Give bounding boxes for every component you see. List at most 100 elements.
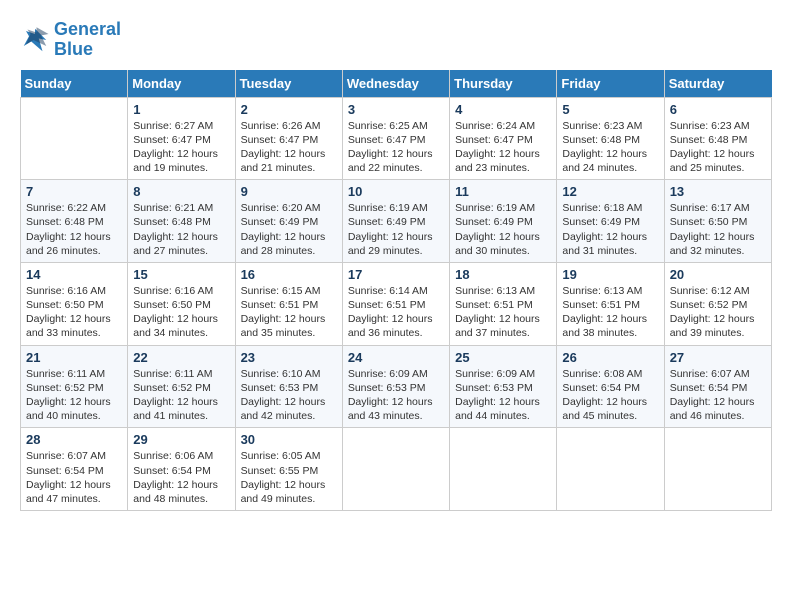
day-number: 2 [241, 102, 337, 117]
day-number: 21 [26, 350, 122, 365]
day-header-friday: Friday [557, 70, 664, 98]
day-info: Sunrise: 6:23 AM Sunset: 6:48 PM Dayligh… [562, 119, 658, 176]
day-number: 24 [348, 350, 444, 365]
day-info: Sunrise: 6:19 AM Sunset: 6:49 PM Dayligh… [348, 201, 444, 258]
day-cell: 19 Sunrise: 6:13 AM Sunset: 6:51 PM Dayl… [557, 262, 664, 345]
day-cell: 20 Sunrise: 6:12 AM Sunset: 6:52 PM Dayl… [664, 262, 771, 345]
day-info: Sunrise: 6:13 AM Sunset: 6:51 PM Dayligh… [562, 284, 658, 341]
day-info: Sunrise: 6:23 AM Sunset: 6:48 PM Dayligh… [670, 119, 766, 176]
day-cell: 16 Sunrise: 6:15 AM Sunset: 6:51 PM Dayl… [235, 262, 342, 345]
day-cell [557, 428, 664, 511]
day-info: Sunrise: 6:20 AM Sunset: 6:49 PM Dayligh… [241, 201, 337, 258]
day-number: 10 [348, 184, 444, 199]
day-number: 5 [562, 102, 658, 117]
day-cell: 24 Sunrise: 6:09 AM Sunset: 6:53 PM Dayl… [342, 345, 449, 428]
day-cell: 28 Sunrise: 6:07 AM Sunset: 6:54 PM Dayl… [21, 428, 128, 511]
day-number: 19 [562, 267, 658, 282]
day-number: 16 [241, 267, 337, 282]
day-number: 20 [670, 267, 766, 282]
day-header-tuesday: Tuesday [235, 70, 342, 98]
day-cell: 25 Sunrise: 6:09 AM Sunset: 6:53 PM Dayl… [450, 345, 557, 428]
day-number: 26 [562, 350, 658, 365]
day-header-monday: Monday [128, 70, 235, 98]
day-cell: 13 Sunrise: 6:17 AM Sunset: 6:50 PM Dayl… [664, 180, 771, 263]
day-cell: 3 Sunrise: 6:25 AM Sunset: 6:47 PM Dayli… [342, 97, 449, 180]
header-row: SundayMondayTuesdayWednesdayThursdayFrid… [21, 70, 772, 98]
day-cell: 22 Sunrise: 6:11 AM Sunset: 6:52 PM Dayl… [128, 345, 235, 428]
day-number: 7 [26, 184, 122, 199]
week-row-5: 28 Sunrise: 6:07 AM Sunset: 6:54 PM Dayl… [21, 428, 772, 511]
day-number: 28 [26, 432, 122, 447]
day-info: Sunrise: 6:14 AM Sunset: 6:51 PM Dayligh… [348, 284, 444, 341]
day-info: Sunrise: 6:10 AM Sunset: 6:53 PM Dayligh… [241, 367, 337, 424]
day-info: Sunrise: 6:15 AM Sunset: 6:51 PM Dayligh… [241, 284, 337, 341]
day-number: 11 [455, 184, 551, 199]
day-cell: 18 Sunrise: 6:13 AM Sunset: 6:51 PM Dayl… [450, 262, 557, 345]
day-cell: 26 Sunrise: 6:08 AM Sunset: 6:54 PM Dayl… [557, 345, 664, 428]
day-info: Sunrise: 6:16 AM Sunset: 6:50 PM Dayligh… [26, 284, 122, 341]
day-info: Sunrise: 6:27 AM Sunset: 6:47 PM Dayligh… [133, 119, 229, 176]
day-info: Sunrise: 6:25 AM Sunset: 6:47 PM Dayligh… [348, 119, 444, 176]
day-number: 27 [670, 350, 766, 365]
day-cell: 4 Sunrise: 6:24 AM Sunset: 6:47 PM Dayli… [450, 97, 557, 180]
logo-text-line2: Blue [54, 40, 121, 60]
day-cell: 21 Sunrise: 6:11 AM Sunset: 6:52 PM Dayl… [21, 345, 128, 428]
day-number: 14 [26, 267, 122, 282]
day-info: Sunrise: 6:06 AM Sunset: 6:54 PM Dayligh… [133, 449, 229, 506]
day-number: 6 [670, 102, 766, 117]
day-cell: 7 Sunrise: 6:22 AM Sunset: 6:48 PM Dayli… [21, 180, 128, 263]
day-info: Sunrise: 6:09 AM Sunset: 6:53 PM Dayligh… [455, 367, 551, 424]
day-cell: 15 Sunrise: 6:16 AM Sunset: 6:50 PM Dayl… [128, 262, 235, 345]
day-cell: 9 Sunrise: 6:20 AM Sunset: 6:49 PM Dayli… [235, 180, 342, 263]
day-info: Sunrise: 6:17 AM Sunset: 6:50 PM Dayligh… [670, 201, 766, 258]
day-number: 3 [348, 102, 444, 117]
day-info: Sunrise: 6:07 AM Sunset: 6:54 PM Dayligh… [26, 449, 122, 506]
logo-icon [20, 25, 50, 55]
day-info: Sunrise: 6:18 AM Sunset: 6:49 PM Dayligh… [562, 201, 658, 258]
week-row-4: 21 Sunrise: 6:11 AM Sunset: 6:52 PM Dayl… [21, 345, 772, 428]
day-info: Sunrise: 6:16 AM Sunset: 6:50 PM Dayligh… [133, 284, 229, 341]
day-cell [664, 428, 771, 511]
day-cell: 11 Sunrise: 6:19 AM Sunset: 6:49 PM Dayl… [450, 180, 557, 263]
week-row-1: 1 Sunrise: 6:27 AM Sunset: 6:47 PM Dayli… [21, 97, 772, 180]
day-cell [342, 428, 449, 511]
day-cell: 27 Sunrise: 6:07 AM Sunset: 6:54 PM Dayl… [664, 345, 771, 428]
day-info: Sunrise: 6:11 AM Sunset: 6:52 PM Dayligh… [26, 367, 122, 424]
day-number: 17 [348, 267, 444, 282]
day-header-saturday: Saturday [664, 70, 771, 98]
day-info: Sunrise: 6:11 AM Sunset: 6:52 PM Dayligh… [133, 367, 229, 424]
week-row-2: 7 Sunrise: 6:22 AM Sunset: 6:48 PM Dayli… [21, 180, 772, 263]
day-header-sunday: Sunday [21, 70, 128, 98]
day-number: 25 [455, 350, 551, 365]
day-info: Sunrise: 6:05 AM Sunset: 6:55 PM Dayligh… [241, 449, 337, 506]
logo: General Blue [20, 20, 121, 60]
day-info: Sunrise: 6:08 AM Sunset: 6:54 PM Dayligh… [562, 367, 658, 424]
day-cell: 12 Sunrise: 6:18 AM Sunset: 6:49 PM Dayl… [557, 180, 664, 263]
day-number: 1 [133, 102, 229, 117]
day-cell: 5 Sunrise: 6:23 AM Sunset: 6:48 PM Dayli… [557, 97, 664, 180]
day-number: 29 [133, 432, 229, 447]
day-cell: 1 Sunrise: 6:27 AM Sunset: 6:47 PM Dayli… [128, 97, 235, 180]
day-cell: 10 Sunrise: 6:19 AM Sunset: 6:49 PM Dayl… [342, 180, 449, 263]
day-cell: 2 Sunrise: 6:26 AM Sunset: 6:47 PM Dayli… [235, 97, 342, 180]
day-header-thursday: Thursday [450, 70, 557, 98]
day-number: 23 [241, 350, 337, 365]
day-info: Sunrise: 6:26 AM Sunset: 6:47 PM Dayligh… [241, 119, 337, 176]
day-cell: 8 Sunrise: 6:21 AM Sunset: 6:48 PM Dayli… [128, 180, 235, 263]
calendar-table: SundayMondayTuesdayWednesdayThursdayFrid… [20, 70, 772, 511]
day-header-wednesday: Wednesday [342, 70, 449, 98]
week-row-3: 14 Sunrise: 6:16 AM Sunset: 6:50 PM Dayl… [21, 262, 772, 345]
day-info: Sunrise: 6:22 AM Sunset: 6:48 PM Dayligh… [26, 201, 122, 258]
day-cell: 14 Sunrise: 6:16 AM Sunset: 6:50 PM Dayl… [21, 262, 128, 345]
day-number: 15 [133, 267, 229, 282]
day-number: 9 [241, 184, 337, 199]
logo-text-line1: General [54, 20, 121, 40]
day-info: Sunrise: 6:12 AM Sunset: 6:52 PM Dayligh… [670, 284, 766, 341]
day-number: 4 [455, 102, 551, 117]
day-cell: 23 Sunrise: 6:10 AM Sunset: 6:53 PM Dayl… [235, 345, 342, 428]
day-info: Sunrise: 6:07 AM Sunset: 6:54 PM Dayligh… [670, 367, 766, 424]
day-number: 12 [562, 184, 658, 199]
day-cell [450, 428, 557, 511]
day-info: Sunrise: 6:09 AM Sunset: 6:53 PM Dayligh… [348, 367, 444, 424]
day-number: 8 [133, 184, 229, 199]
